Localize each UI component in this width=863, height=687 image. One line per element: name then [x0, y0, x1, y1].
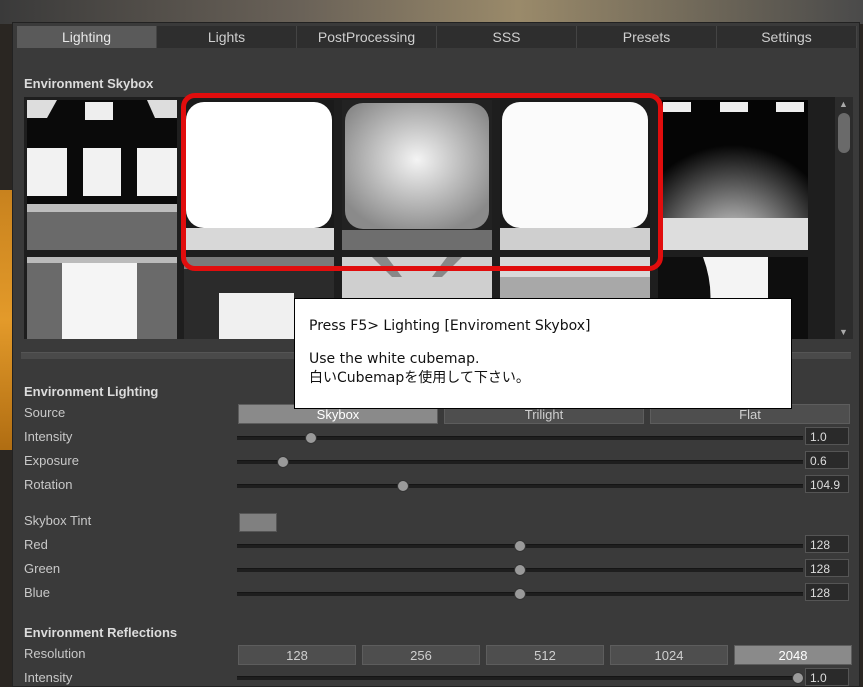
reflection-intensity-label: Intensity: [24, 670, 73, 685]
resolution-256-button[interactable]: 256: [362, 645, 480, 665]
resolution-128-button[interactable]: 128: [238, 645, 356, 665]
intensity-slider-knob[interactable]: [305, 432, 317, 444]
red-slider-knob[interactable]: [514, 540, 526, 552]
skybox-thumb-5[interactable]: [658, 100, 808, 250]
blue-value-field[interactable]: 128: [805, 583, 849, 601]
reflection-intensity-slider-knob[interactable]: [792, 672, 804, 684]
rotation-value-field[interactable]: 104.9: [805, 475, 849, 493]
background-top: [0, 0, 863, 24]
skybox-thumb-6[interactable]: [27, 257, 177, 339]
red-slider[interactable]: [237, 540, 803, 552]
callout-line-1: Press F5> Lighting [Enviroment Skybox]: [309, 318, 591, 334]
red-value-field[interactable]: 128: [805, 535, 849, 553]
skybox-thumb-5-image: [658, 100, 808, 250]
exposure-slider-knob[interactable]: [277, 456, 289, 468]
tab-settings[interactable]: Settings: [717, 26, 857, 48]
exposure-label: Exposure: [24, 453, 79, 468]
green-slider-knob[interactable]: [514, 564, 526, 576]
callout-spacer: [309, 336, 777, 350]
rotation-label: Rotation: [24, 477, 73, 492]
skybox-thumb-1-image: [27, 100, 177, 250]
reflection-intensity-value-field[interactable]: 1.0: [805, 668, 849, 686]
skybox-tint-swatch[interactable]: [239, 513, 277, 532]
green-label: Green: [24, 561, 61, 576]
tab-sss[interactable]: SSS: [437, 26, 577, 48]
intensity-value-field[interactable]: 1.0: [805, 427, 849, 445]
callout-line-3: 白いCubemapを使用して下さい。: [309, 370, 530, 386]
blue-label: Blue: [24, 585, 51, 600]
resolution-label: Resolution: [24, 646, 86, 661]
skybox-thumb-6-image: [27, 257, 177, 339]
highlight-annotation-box: [181, 93, 663, 271]
scroll-down-icon[interactable]: ▼: [839, 327, 848, 337]
tab-presets[interactable]: Presets: [577, 26, 717, 48]
exposure-value-field[interactable]: 0.6: [805, 451, 849, 469]
resolution-selector: 128 256 512 1024 2048: [238, 645, 852, 665]
tab-postprocessing[interactable]: PostProcessing: [297, 26, 437, 48]
tab-lighting[interactable]: Lighting: [17, 26, 157, 48]
exposure-slider[interactable]: [237, 456, 803, 468]
skybox-section-title: Environment Skybox: [24, 76, 154, 91]
scroll-up-icon[interactable]: ▲: [839, 99, 848, 109]
lighting-section-title: Environment Lighting: [24, 384, 159, 399]
resolution-1024-button[interactable]: 1024: [610, 645, 728, 665]
skybox-thumb-1[interactable]: [27, 100, 177, 250]
scrollbar-thumb[interactable]: [838, 113, 850, 153]
reflection-intensity-slider[interactable]: [237, 672, 804, 684]
callout-line-2: Use the white cubemap.: [309, 351, 480, 367]
source-label: Source: [24, 405, 66, 420]
tab-bar: Lighting Lights PostProcessing SSS Prese…: [17, 26, 857, 50]
intensity-label: Intensity: [24, 429, 73, 444]
reflections-section-title: Environment Reflections: [24, 625, 178, 640]
rotation-slider[interactable]: [237, 480, 803, 492]
resolution-512-button[interactable]: 512: [486, 645, 604, 665]
blue-slider-knob[interactable]: [514, 588, 526, 600]
intensity-slider[interactable]: [237, 432, 803, 444]
tab-lights[interactable]: Lights: [157, 26, 297, 48]
resolution-2048-button[interactable]: 2048: [734, 645, 852, 665]
red-label: Red: [24, 537, 48, 552]
instruction-callout: Press F5> Lighting [Enviroment Skybox] U…: [294, 298, 792, 409]
green-slider[interactable]: [237, 564, 803, 576]
rotation-slider-knob[interactable]: [397, 480, 409, 492]
green-value-field[interactable]: 128: [805, 559, 849, 577]
skybox-tint-label: Skybox Tint: [24, 513, 92, 528]
blue-slider[interactable]: [237, 588, 803, 600]
skybox-scrollbar[interactable]: ▲ ▼: [835, 97, 853, 339]
